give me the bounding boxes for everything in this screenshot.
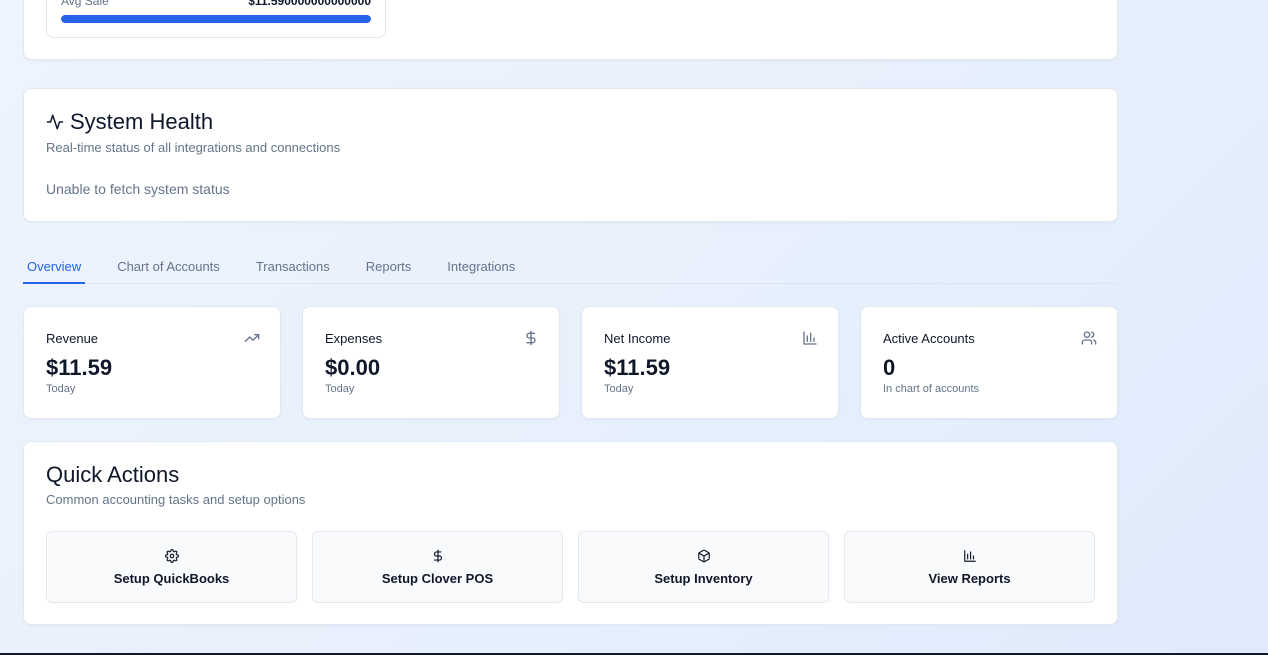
bar-chart-icon [803, 331, 817, 345]
button-label: Setup QuickBooks [113, 570, 230, 586]
tab-overview[interactable]: Overview [23, 252, 86, 284]
trending-up-icon [244, 334, 260, 342]
package-icon [697, 549, 710, 562]
stat-value: $11.59 [604, 355, 671, 380]
active-accounts-card: Active Accounts 0 In chart of accounts [860, 306, 1118, 419]
expenses-card: Expenses $0.00 Today [302, 306, 560, 419]
dollar-icon [433, 549, 442, 562]
avg-sale-row: Avg Sale $11.590000000000000 [61, 0, 371, 8]
bar-chart-icon [963, 549, 976, 562]
system-health-title: System Health [70, 109, 214, 134]
quick-actions-card: Quick Actions Common accounting tasks an… [23, 441, 1118, 625]
stat-label: Active Accounts [883, 331, 975, 346]
avg-sale-value: $11.590000000000000 [248, 0, 371, 8]
activity-icon [46, 114, 64, 130]
stat-sub: In chart of accounts [883, 383, 979, 395]
tab-integrations[interactable]: Integrations [443, 252, 519, 284]
stat-value: $11.59 [46, 355, 113, 380]
button-label: Setup Inventory [654, 570, 753, 586]
stat-label: Expenses [325, 331, 383, 346]
avg-sale-label: Avg Sale [61, 0, 109, 8]
stat-value: $0.00 [325, 355, 381, 380]
stat-label: Net Income [604, 331, 671, 346]
avg-sale-progress-track [61, 15, 371, 23]
stat-sub: Today [604, 383, 634, 395]
quick-actions-title: Quick Actions [46, 462, 180, 487]
stat-value: 0 [883, 355, 896, 380]
net-income-card: Net Income $11.59 Today [581, 306, 839, 419]
setup-clover-pos-button[interactable]: Setup Clover POS [312, 531, 563, 603]
dollar-icon [526, 330, 536, 346]
avg-sale-panel: Avg Sale $11.590000000000000 [46, 0, 386, 38]
setup-quickbooks-button[interactable]: Setup QuickBooks [46, 531, 297, 603]
setup-inventory-button[interactable]: Setup Inventory [578, 531, 829, 603]
tab-transactions[interactable]: Transactions [252, 252, 334, 284]
revenue-card: Revenue $11.59 Today [23, 306, 281, 419]
users-icon [1081, 331, 1097, 345]
stat-label: Revenue [46, 331, 99, 346]
system-health-card: System Health Real-time status of all in… [23, 88, 1118, 222]
button-label: Setup Clover POS [381, 570, 494, 586]
stat-sub: Today [325, 383, 355, 395]
sales-summary-card: Avg Sale $11.590000000000000 [23, 0, 1118, 60]
tab-bar: Overview Chart of Accounts Transactions … [23, 252, 1118, 284]
avg-sale-progress-fill [61, 15, 371, 23]
tab-reports[interactable]: Reports [362, 252, 416, 284]
system-health-status: Unable to fetch system status [46, 181, 230, 197]
quick-actions-subtitle: Common accounting tasks and setup option… [46, 492, 306, 507]
stat-sub: Today [46, 383, 76, 395]
gear-icon [164, 548, 179, 563]
system-health-heading: System Health [46, 109, 213, 135]
view-reports-button[interactable]: View Reports [844, 531, 1095, 603]
button-label: View Reports [928, 570, 1011, 586]
system-health-subtitle: Real-time status of all integrations and… [46, 140, 341, 155]
tab-chart-of-accounts[interactable]: Chart of Accounts [113, 252, 224, 284]
